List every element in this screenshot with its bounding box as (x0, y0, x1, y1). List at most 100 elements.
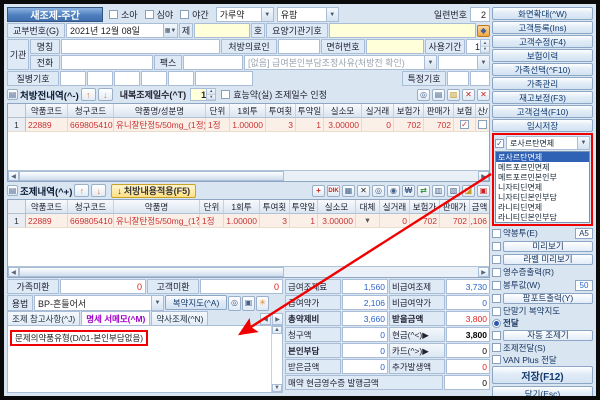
powder-select[interactable]: 가루약▼ (216, 7, 274, 22)
copy-icon[interactable]: ▤ (432, 89, 445, 101)
label-preview-checkbox[interactable] (492, 255, 501, 264)
scroll-left-icon[interactable]: ◀ (8, 171, 19, 181)
substitute-dropdown[interactable]: ▾ (356, 214, 380, 227)
stock-icon[interactable]: ▥ (432, 185, 445, 197)
fax-field[interactable] (183, 55, 243, 70)
search-drug-icon[interactable]: ◎ (372, 185, 385, 197)
burst-icon[interactable]: ✳ (256, 296, 269, 311)
special-code-2[interactable] (470, 71, 490, 86)
dx-table-row[interactable]: 1 22889 669805410 유니잘탄정5/50mg_(1정) 1정 1.… (8, 214, 489, 228)
scroll-thumb[interactable] (19, 267, 284, 277)
special-code-1[interactable] (447, 71, 469, 86)
tel-field[interactable] (61, 55, 153, 70)
bag-checkbox[interactable] (492, 229, 501, 238)
sidebar-button-customer-search[interactable]: 고객검색(F10) (492, 105, 593, 118)
chevron-down-icon[interactable]: ▼ (326, 8, 338, 21)
move-down-button[interactable]: ↓ (91, 184, 106, 197)
exempt-select[interactable]: 로사르탄면제▼ (506, 136, 590, 150)
scroll-right-icon[interactable]: ▶ (478, 171, 489, 181)
care-org-field[interactable] (329, 23, 476, 38)
scroll-right-icon[interactable]: ▶ (478, 267, 489, 277)
copay-reason-select[interactable]: [없음] 급여본인부담조정사유(처방전 확인)▼ (244, 55, 437, 70)
card-button[interactable]: 카드(^>)▶ (389, 343, 445, 358)
save-button[interactable]: 저장(F12) (492, 366, 593, 384)
window-tab[interactable]: 새조제-주간 (7, 7, 103, 22)
license-field[interactable] (366, 39, 424, 54)
memo-area[interactable]: 문제의약품유형(D/01-본인부담없음) ▲ ▼ (7, 326, 283, 393)
tab-next-icon[interactable]: ▶ (272, 313, 283, 325)
doctor-field[interactable] (278, 39, 320, 54)
move-up-button[interactable]: ↑ (74, 184, 89, 197)
chevron-down-icon[interactable]: ▼ (424, 56, 436, 69)
window-icon[interactable]: ▣ (242, 296, 255, 311)
card-field[interactable]: 0 (446, 343, 490, 358)
tab-prev-icon[interactable]: ◀ (260, 313, 271, 325)
bag-fee-field[interactable]: 50 (575, 280, 593, 291)
rx-table-hscrollbar[interactable]: ◀ ▶ (8, 170, 489, 181)
swap-icon[interactable]: ⇄ (417, 185, 430, 197)
search-price-icon[interactable]: ◉ (387, 185, 400, 197)
exempt-option[interactable]: 로사르탄면제 (496, 152, 589, 162)
dx-table-hscrollbar[interactable]: ◀ ▶ (8, 266, 489, 277)
days-spinner[interactable]: ▲▼ (206, 89, 215, 100)
disease-code-3[interactable] (114, 71, 140, 86)
receipt-checkbox[interactable] (492, 268, 501, 277)
tab-statement-memo[interactable]: 명세 서메모(^M) (81, 311, 150, 325)
trash-icon[interactable]: ▣ (477, 185, 490, 197)
won-icon[interactable]: ₩ (402, 185, 415, 197)
brand-select[interactable]: 유팜▼ (277, 7, 339, 22)
checkbox-child[interactable]: 소아 (109, 7, 138, 22)
dispatch-checkbox[interactable] (492, 343, 501, 352)
medication-guide-button[interactable]: 복약지도(^A) (165, 295, 227, 310)
barcode-icon[interactable]: ▧ (447, 185, 460, 197)
issue-date-field[interactable]: 2021년 12월 08일▦▼ (66, 23, 178, 38)
move-down-button[interactable]: ↓ (98, 88, 113, 101)
preview-checkbox[interactable] (492, 242, 501, 251)
label-preview-button[interactable]: 라벨 미리보기 (503, 254, 593, 265)
chevron-down-icon[interactable]: ▼ (151, 296, 163, 310)
exempt-option[interactable]: 라니티딘면제 (496, 202, 589, 212)
customer-unpaid-field[interactable]: 0 (200, 279, 283, 294)
checkbox-midnight[interactable]: 심야 (145, 7, 174, 22)
midnight-checkbox-box[interactable] (145, 10, 154, 19)
envelope-icon[interactable]: ◪ (462, 185, 475, 197)
sidebar-button-edit-customer[interactable]: 고객수정(F4) (492, 35, 593, 48)
apply-rx-button[interactable]: ↓처방내용적용(F5) (111, 184, 196, 198)
sidebar-button-family-manage[interactable]: 가족관리 (492, 77, 593, 90)
serial-field[interactable]: 2 (470, 7, 490, 22)
org-name-field[interactable] (61, 39, 220, 54)
chevron-down-icon[interactable]: ▼ (577, 137, 589, 149)
rx-table-row[interactable]: 1 22889 669805410 유니잘탄정5/50mg_(1정) 1정 1.… (8, 118, 489, 132)
exempt-option[interactable]: 니자티딘본인부담 (496, 192, 589, 202)
memo-vscrollbar[interactable]: ▲ ▼ (271, 326, 282, 392)
sidebar-button-family-select[interactable]: 가족선택(^F10) (492, 63, 593, 76)
exempt-option[interactable]: 라니티딘본인부담 (496, 212, 589, 222)
chevron-down-icon[interactable]: ▼ (477, 56, 489, 69)
scroll-down-icon[interactable]: ▼ (272, 384, 282, 392)
sidebar-button-zoom-screen[interactable]: 화면확대(^W) (492, 7, 593, 20)
bag-size-field[interactable]: A5 (575, 228, 593, 239)
tab-pharmacist[interactable]: 약사조제(^N) (151, 311, 208, 325)
delete-all-icon[interactable]: ✕ (477, 89, 490, 101)
bag-fee-checkbox[interactable] (492, 281, 501, 290)
night-checkbox-box[interactable] (180, 10, 189, 19)
exempt-checkbox[interactable]: ✓ (495, 139, 504, 148)
scroll-up-icon[interactable]: ▲ (272, 326, 282, 334)
copay-sub-select[interactable]: ▼ (438, 55, 490, 70)
insurance-checkbox[interactable]: ✓ (460, 120, 469, 129)
disease-code-2[interactable] (87, 71, 113, 86)
scroll-thumb[interactable] (19, 171, 284, 181)
delete-x-icon[interactable]: ✕ (357, 185, 370, 197)
cash-receipt-value[interactable]: 0 (444, 375, 490, 390)
auto-dispenser-checkbox[interactable] (492, 331, 501, 340)
tab-reference[interactable]: 조제 참고사항(^J) (7, 311, 80, 325)
pharmport-button[interactable]: 팜포트출력(Y) (503, 293, 593, 304)
days-field[interactable]: 1▲▼ (190, 88, 216, 101)
eraser-icon[interactable]: ▨ (447, 89, 460, 101)
van-checkbox[interactable] (492, 355, 501, 364)
calc-checkbox[interactable] (478, 120, 487, 129)
zoom-icon[interactable]: ◎ (228, 296, 241, 311)
sidebar-button-insurance-history[interactable]: 보험이력 (492, 49, 593, 62)
terminal-guide-checkbox[interactable] (492, 307, 501, 316)
usage-select[interactable]: BP-흔들어서▼ (34, 295, 164, 311)
